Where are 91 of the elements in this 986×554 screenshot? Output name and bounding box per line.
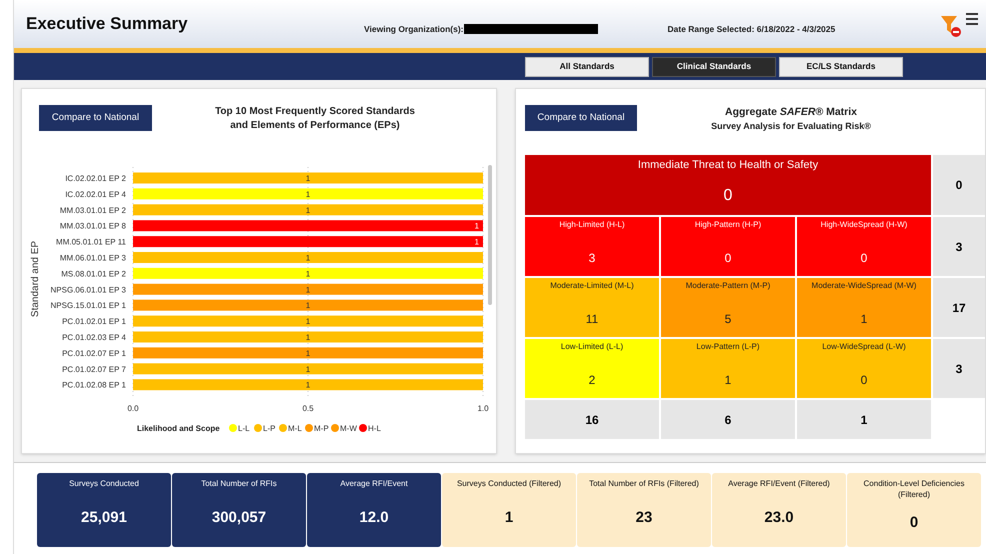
category-label: NPSG.06.01.01 EP 3	[50, 285, 126, 294]
legend-label: L-L	[238, 424, 250, 433]
total-cell: 16	[525, 400, 659, 439]
legend-label: M-P	[314, 424, 329, 433]
legend-item: M-P	[305, 424, 329, 433]
tick-label: 0.0	[127, 404, 139, 413]
category-label: MS.08.01.01 EP 2	[61, 269, 126, 278]
axis-title: Standard and EP	[30, 240, 41, 318]
metric-label: Average RFI/Event	[340, 478, 408, 489]
value-label: 1	[306, 380, 310, 390]
value-label: 1	[306, 190, 310, 199]
category-label: PC.01.02.07 EP 1	[62, 348, 126, 358]
tab[interactable]: All Standards	[525, 56, 649, 76]
value-label: 1	[306, 301, 310, 310]
matrix-cell: Moderate-WideSpread (M-W) 1	[797, 278, 931, 337]
metric-label: Average RFI/Event (Filtered)	[728, 478, 830, 489]
metric-value: 25,091	[81, 508, 127, 528]
chart-title: Top 10 Most Frequently Scored Standards	[215, 105, 415, 119]
date-range: Date Range Selected: 6/18/2022 - 4/3/2025	[668, 22, 836, 36]
matrix-cell: High-WideSpread (H-W) 0	[797, 217, 931, 276]
value-label: 1	[306, 333, 310, 342]
matrix-cell: Low-Pattern (L-P) 1	[661, 339, 795, 398]
category-label: PC.01.02.03 EP 4	[62, 333, 126, 342]
legend-label: M-W	[340, 424, 358, 433]
tick-label: 0.5	[302, 404, 314, 413]
page-title: Executive Summary	[26, 13, 189, 36]
category-label: NPSG.15.01.01 EP 1	[50, 301, 126, 310]
matrix-cell: High-Limited (H-L) 3	[525, 217, 659, 276]
total-cell: 0	[933, 155, 985, 215]
tick-label: 1.0	[477, 404, 489, 413]
legend-label: M-L	[288, 424, 302, 433]
value-label: 1	[306, 317, 310, 326]
total-cell: 17	[933, 278, 985, 337]
category-label: PC.01.02.01 EP 1	[62, 317, 126, 326]
compare-button[interactable]: Compare to National	[525, 105, 637, 131]
menu-icon[interactable]	[966, 12, 978, 26]
category-label: PC.01.02.07 EP 7	[62, 364, 126, 374]
filter-icon[interactable]	[940, 14, 962, 38]
legend-title: Likelihood and Scope	[137, 424, 220, 433]
value-label: 1	[306, 348, 310, 358]
total-cell: 6	[661, 400, 795, 439]
category-label: MM.06.01.01 EP 3	[60, 254, 126, 262]
category-label: MM.03.01.01 EP 2	[60, 206, 126, 215]
tab[interactable]: EC/LS Standards	[779, 56, 903, 76]
category-label: PC.01.02.08 EP 1	[62, 380, 126, 390]
category-label: MM.05.01.01 EP 11	[56, 238, 126, 247]
value-label: 1	[306, 206, 310, 215]
metric-label: Total Number of RFIs	[201, 478, 277, 489]
tab[interactable]: Clinical Standards	[652, 56, 776, 76]
metric-value: 1	[504, 508, 514, 528]
metric-label: Surveys Conducted	[69, 478, 139, 489]
legend-item: L-L	[229, 424, 250, 433]
metric-value: 23	[636, 508, 652, 528]
total-cell: 1	[797, 400, 931, 439]
metric-label: Surveys Conducted (Filtered)	[456, 478, 562, 489]
organization-label: Viewing Organization(s):	[364, 22, 464, 36]
total-cell: 3	[933, 217, 985, 276]
category-label: IC.02.02.01 EP 2	[65, 174, 126, 183]
value-label: 1	[306, 285, 310, 294]
chart-subtitle: and Elements of Performance (EPs)	[230, 119, 400, 133]
total-cell: 3	[933, 339, 985, 398]
value-label: 1	[306, 174, 310, 183]
metric-label: Total Number of RFIs (Filtered)	[589, 478, 699, 489]
legend-item: L-P	[254, 424, 276, 433]
metric-value: 12.0	[359, 508, 389, 528]
value-label: 1	[306, 364, 310, 374]
matrix-cell: Moderate-Limited (M-L) 11	[525, 278, 659, 337]
legend-label: L-P	[263, 424, 276, 433]
metric-value: 23.0	[764, 508, 794, 528]
matrix-title: Aggregate SAFER® Matrix	[724, 105, 858, 119]
value-label: 1	[474, 238, 479, 247]
value-label: 1	[306, 269, 310, 278]
scrollbar[interactable]	[488, 165, 492, 305]
matrix-cell: Low-WideSpread (L-W) 0	[797, 339, 931, 398]
legend-item: M-W	[331, 424, 357, 433]
matrix-cell: High-Pattern (H-P) 0	[661, 217, 795, 276]
matrix-cell: Low-Limited (L-L) 2	[525, 339, 659, 398]
matrix-cell: Moderate-Pattern (M-P) 5	[661, 278, 795, 337]
category-label: MM.03.01.01 EP 8	[60, 222, 126, 231]
legend-item: H-L	[359, 424, 381, 433]
legend-label: H-L	[368, 424, 382, 433]
value-label: 1	[474, 222, 479, 231]
metric-value: 300,057	[212, 508, 266, 528]
metric-value: 0	[910, 513, 918, 534]
legend-item: M-L	[279, 424, 302, 433]
matrix-cell: Immediate Threat to Health or Safety 0	[525, 155, 931, 215]
category-label: IC.02.02.01 EP 4	[65, 190, 126, 199]
compare-button[interactable]: Compare to National	[39, 105, 152, 131]
metric-label: Condition-Level Deficiencies (Filtered)	[862, 478, 966, 500]
value-label: 1	[306, 254, 310, 262]
matrix-subtitle: Survey Analysis for Evaluating Risk®	[711, 120, 871, 133]
